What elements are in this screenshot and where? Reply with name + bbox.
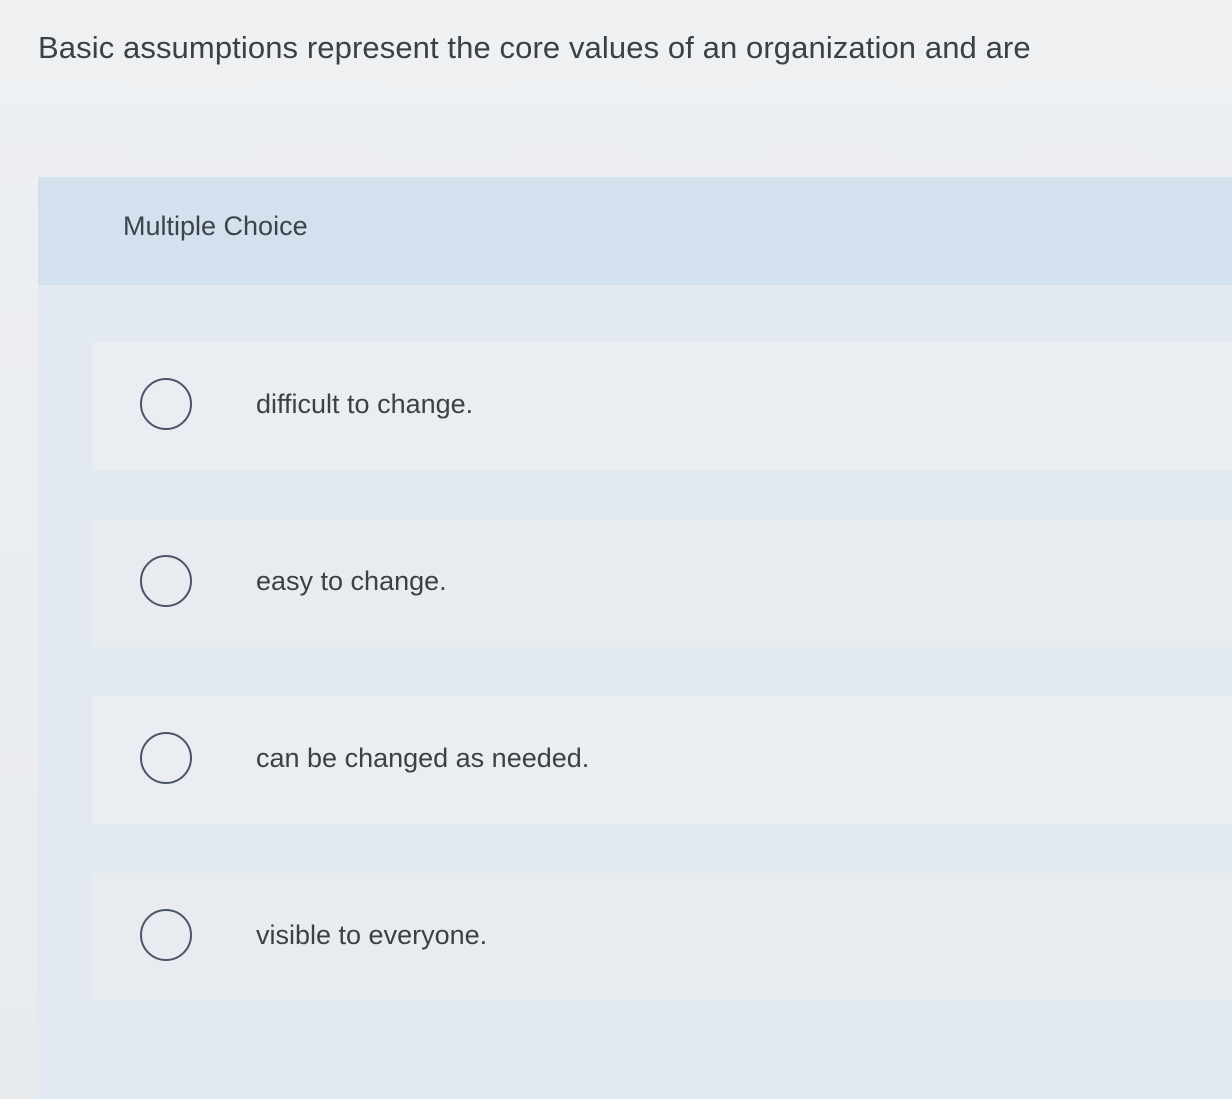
answer-option-label[interactable]: easy to change. [256,566,447,597]
answer-options: difficult to change. easy to change. can… [92,342,1232,1050]
radio-button[interactable] [140,378,192,430]
question-text: Basic assumptions represent the core val… [38,30,1031,65]
radio-button[interactable] [140,909,192,961]
answer-option[interactable]: visible to everyone. [92,873,1232,1001]
answer-option-label[interactable]: visible to everyone. [256,920,487,951]
multiple-choice-header: Multiple Choice [38,177,1232,285]
quiz-page: { "question": { "text": "Basic assumptio… [0,0,1232,1099]
radio-button[interactable] [140,732,192,784]
answer-option[interactable]: easy to change. [92,519,1232,647]
answer-option-label[interactable]: can be changed as needed. [256,743,589,774]
answer-option[interactable]: can be changed as needed. [92,696,1232,824]
radio-button[interactable] [140,555,192,607]
answer-option-label[interactable]: difficult to change. [256,389,473,420]
multiple-choice-panel: Multiple Choice difficult to change. eas… [38,177,1232,1099]
answer-option[interactable]: difficult to change. [92,342,1232,470]
multiple-choice-label: Multiple Choice [123,211,308,241]
